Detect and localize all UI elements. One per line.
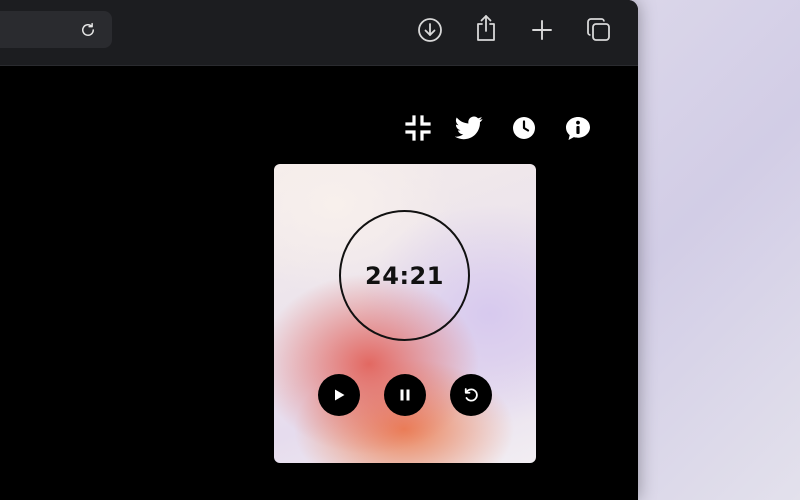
play-icon [332, 388, 346, 402]
clock-icon[interactable] [509, 113, 539, 143]
timer-ring: 24:21 [339, 210, 470, 341]
new-tab-icon[interactable] [528, 16, 556, 44]
reset-button[interactable] [450, 374, 492, 416]
reload-icon[interactable] [77, 19, 99, 41]
share-icon[interactable] [472, 14, 500, 42]
info-icon[interactable] [563, 113, 593, 143]
reset-icon [462, 386, 480, 404]
pomodoro-card: 24:21 [274, 164, 536, 463]
download-icon[interactable] [416, 16, 444, 44]
pause-icon [398, 388, 412, 402]
pause-button[interactable] [384, 374, 426, 416]
play-button[interactable] [318, 374, 360, 416]
timer-display: 24:21 [365, 261, 444, 290]
address-bar[interactable] [0, 11, 112, 48]
tab-overview-icon[interactable] [585, 16, 613, 44]
browser-window: 24:21 [0, 0, 638, 500]
browser-toolbar [0, 0, 638, 66]
twitter-icon[interactable] [454, 113, 484, 143]
compress-icon[interactable] [403, 113, 433, 143]
